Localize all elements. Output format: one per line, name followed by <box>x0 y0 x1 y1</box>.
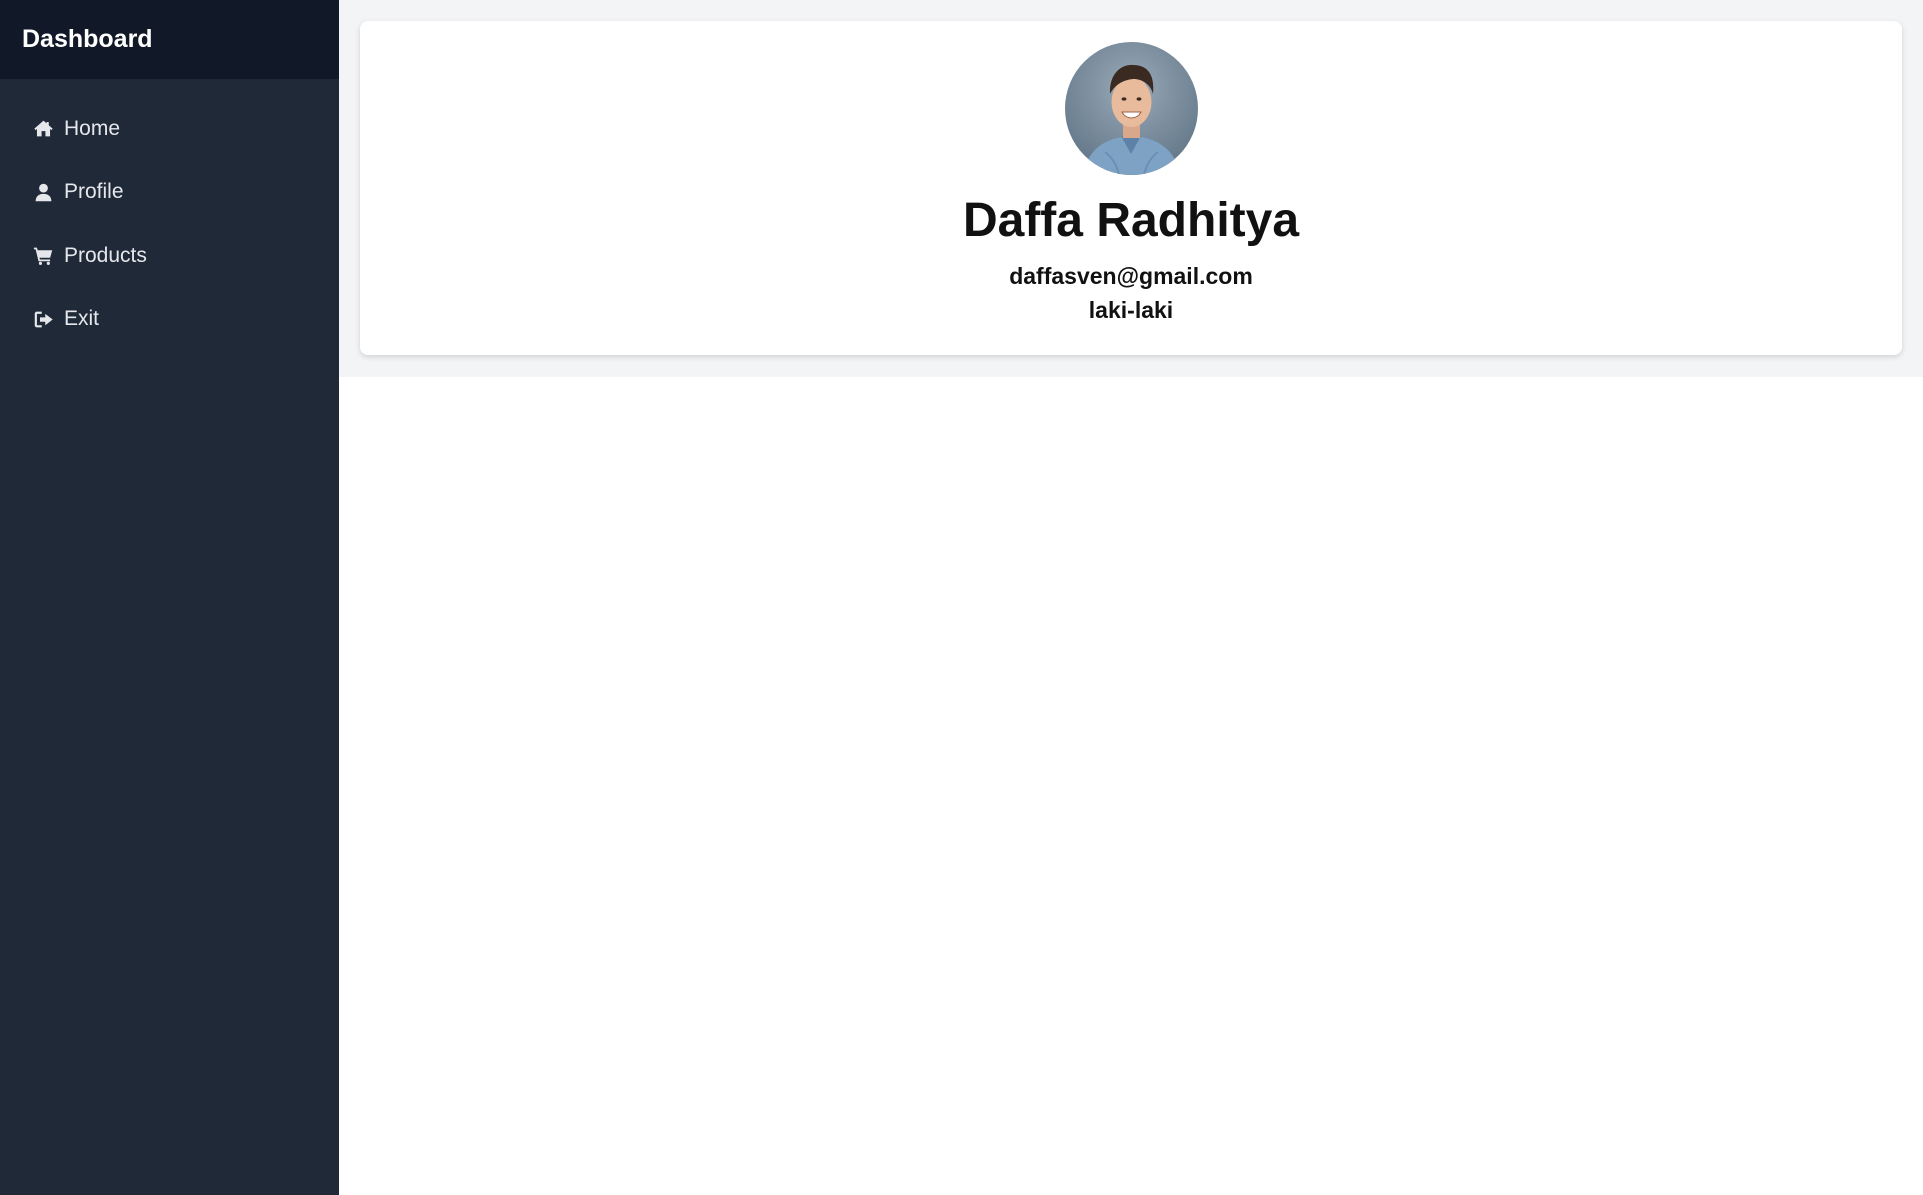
profile-gender: laki-laki <box>1088 297 1174 324</box>
sidebar-item-label: Profile <box>64 180 124 204</box>
home-icon <box>32 118 54 140</box>
sidebar-item-label: Products <box>64 243 147 267</box>
profile-email: daffasven@gmail.com <box>1009 263 1253 290</box>
profile-card: Daffa Radhitya daffasven@gmail.com laki-… <box>360 21 1902 355</box>
sidebar-item-label: Exit <box>64 307 100 331</box>
sidebar-item-home[interactable]: Home <box>0 97 339 161</box>
sidebar-item-profile[interactable]: Profile <box>0 161 339 225</box>
user-icon <box>32 181 54 203</box>
sidebar-header: Dashboard <box>0 0 339 79</box>
sign-out-icon <box>32 308 54 330</box>
dashboard-title: Dashboard <box>22 25 153 53</box>
profile-section: Daffa Radhitya daffasven@gmail.com laki-… <box>339 0 1923 377</box>
sidebar-item-exit[interactable]: Exit <box>0 288 339 352</box>
profile-name: Daffa Radhitya <box>962 194 1300 247</box>
avatar <box>1064 42 1198 175</box>
main-content: Daffa Radhitya daffasven@gmail.com laki-… <box>339 0 1923 1195</box>
sidebar-nav: Home Profile Products Exit <box>0 79 339 351</box>
sidebar-item-products[interactable]: Products <box>0 224 339 288</box>
sidebar: Dashboard Home Profile Products Exit <box>0 0 339 1195</box>
sidebar-item-label: Home <box>64 116 121 140</box>
cart-icon <box>32 245 54 267</box>
